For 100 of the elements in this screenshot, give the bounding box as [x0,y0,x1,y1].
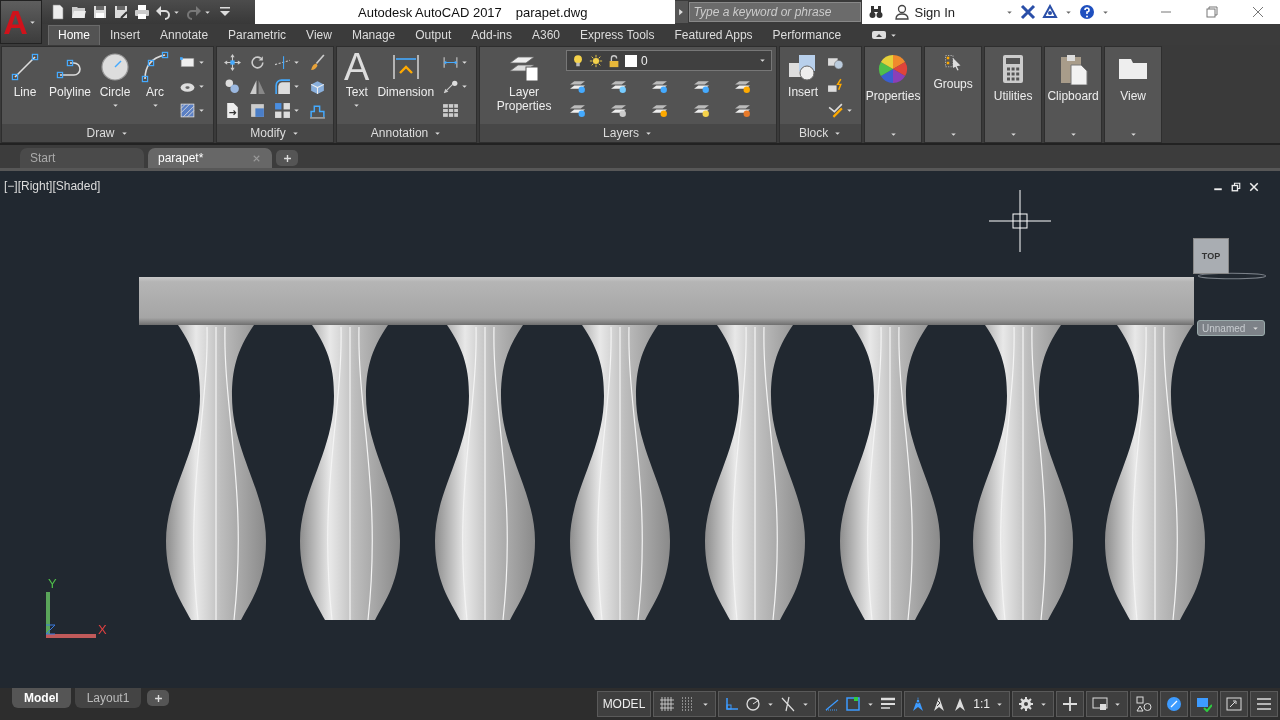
undo-icon[interactable] [155,4,171,20]
panel-button[interactable]: Clipboard [1044,46,1103,143]
drawing-viewport[interactable]: [−][Right][Shaded] TOP Unnamed Y X [0,171,1280,688]
axis-label: Y [48,576,57,591]
window-title: Autodesk AutoCAD 2017 [358,4,502,20]
restore-icon[interactable] [1230,181,1242,193]
compass-ring[interactable] [1197,270,1267,282]
plus-icon[interactable] [1062,696,1078,712]
layout-tab[interactable]: Model [12,688,71,708]
new-layout-button[interactable] [147,690,170,706]
panel-button[interactable]: View [1104,46,1163,143]
tool-button[interactable]: Line [6,50,44,124]
annotation-scale-button[interactable]: 1:1 [973,697,990,711]
letter-icon: A [344,51,370,83]
hatch-icon[interactable] [179,101,197,119]
grid-icon[interactable] [659,696,676,712]
viewport-menu-link[interactable]: [Right] [17,179,53,193]
viewcube-face[interactable]: TOP [1193,238,1229,274]
floppy-pencil-icon[interactable] [113,4,129,20]
ribbon-tab[interactable]: Insert [100,25,151,45]
binoculars-icon[interactable] [867,4,884,20]
tool-button[interactable]: Insert [784,50,823,124]
ribbon-tab[interactable]: Parametric [218,25,297,45]
caret-icon [1128,130,1138,139]
triangle-icon[interactable] [1042,4,1058,20]
brush-icon[interactable] [309,53,327,71]
folder-icon[interactable] [71,4,87,20]
color-wheel-icon [877,53,910,85]
ucs-icon [45,592,96,638]
ribbon-tab[interactable]: Manage [341,25,406,45]
printer-icon[interactable] [134,4,150,20]
panel-button[interactable]: Properties [864,46,923,143]
polar-icon[interactable] [745,696,762,712]
shapes-icon[interactable] [1136,696,1152,712]
window-lock-icon[interactable] [1092,696,1108,712]
help-icon[interactable] [1079,4,1095,20]
caret-icon[interactable] [352,101,362,110]
panel-title[interactable]: Modify [217,124,334,142]
table-icon[interactable] [442,101,460,119]
workspace-check-icon[interactable] [1196,696,1212,712]
check-pencil-icon[interactable] [827,101,845,119]
block-edit-icon[interactable] [827,77,845,95]
ribbon-tab[interactable]: Featured Apps [664,25,763,45]
osnap-square-icon[interactable] [845,696,862,712]
sign-in-button[interactable]: Sign In [889,4,999,20]
panel-button[interactable]: Utilities [984,46,1043,143]
document-tab[interactable]: parapet* [148,148,272,168]
tool-button[interactable]: Arc [136,50,175,124]
viewport-menu-link[interactable]: [−] [4,179,18,193]
fillet-icon[interactable] [274,77,292,95]
tool-button[interactable]: Circle [96,50,135,124]
lineweight-icon[interactable] [880,696,897,712]
caret-icon [1008,130,1018,139]
new-tab-button[interactable] [276,150,298,166]
crosshair-cursor [989,190,1051,252]
caret-icon [888,130,898,139]
panel-title[interactable]: Draw [2,124,214,142]
array-icon[interactable] [274,101,292,119]
panel-title[interactable]: Layers [480,124,777,142]
menu-icon[interactable] [1256,696,1272,712]
isometric-icon[interactable] [780,696,797,712]
ribbon-tab[interactable]: Performance [762,25,852,45]
ribbon-tab[interactable]: Annotate [150,25,219,45]
tool-button[interactable]: Polyline [46,50,95,124]
document-tab[interactable]: Start [20,148,144,168]
panel-title[interactable]: Annotation [337,124,477,142]
tool-button[interactable]: Layer Properties [484,50,565,124]
gauge-icon[interactable] [1166,696,1182,712]
ribbon-tab[interactable]: A360 [522,25,570,45]
line-icon [9,51,41,83]
ribbon-tab[interactable]: Output [405,25,462,45]
ortho-icon[interactable] [724,696,741,712]
caret-icon[interactable] [150,101,160,110]
user-icon [893,4,910,20]
tool-button[interactable]: A Text [341,50,373,124]
tool-button[interactable]: Dimension [374,50,438,124]
page-icon[interactable] [50,4,66,20]
ribbon-tab[interactable]: View [296,25,342,45]
file-name: parapet.dwg [515,4,588,20]
fullscreen-icon[interactable] [1226,696,1242,712]
panel-button[interactable]: Groups [924,46,983,143]
search-field[interactable]: Type a keyword or phrase [688,2,861,22]
gear-icon[interactable] [1018,696,1034,712]
ribbon-tab[interactable]: Home [48,25,100,45]
circles-icon[interactable] [224,77,242,95]
scale-icon[interactable] [249,101,267,119]
close-icon[interactable] [1248,181,1260,193]
move-arrows-icon[interactable] [224,53,242,71]
caret-icon[interactable] [110,101,120,110]
color-swatch [625,54,638,67]
layer-dropdown[interactable]: 0 [566,50,773,71]
panel-title[interactable]: Block [780,124,862,142]
ribbon-tab[interactable]: Express Tools [570,25,665,45]
x-mark-icon[interactable] [1020,4,1036,20]
trim-icon[interactable] [274,53,292,71]
ribbon-tab[interactable]: Add-ins [461,25,522,45]
layout-tab[interactable]: Layout1 [74,688,142,708]
plus-icon [152,692,164,704]
expand-button[interactable] [674,1,688,23]
viewport-menu-link[interactable]: [Shaded] [52,179,101,193]
